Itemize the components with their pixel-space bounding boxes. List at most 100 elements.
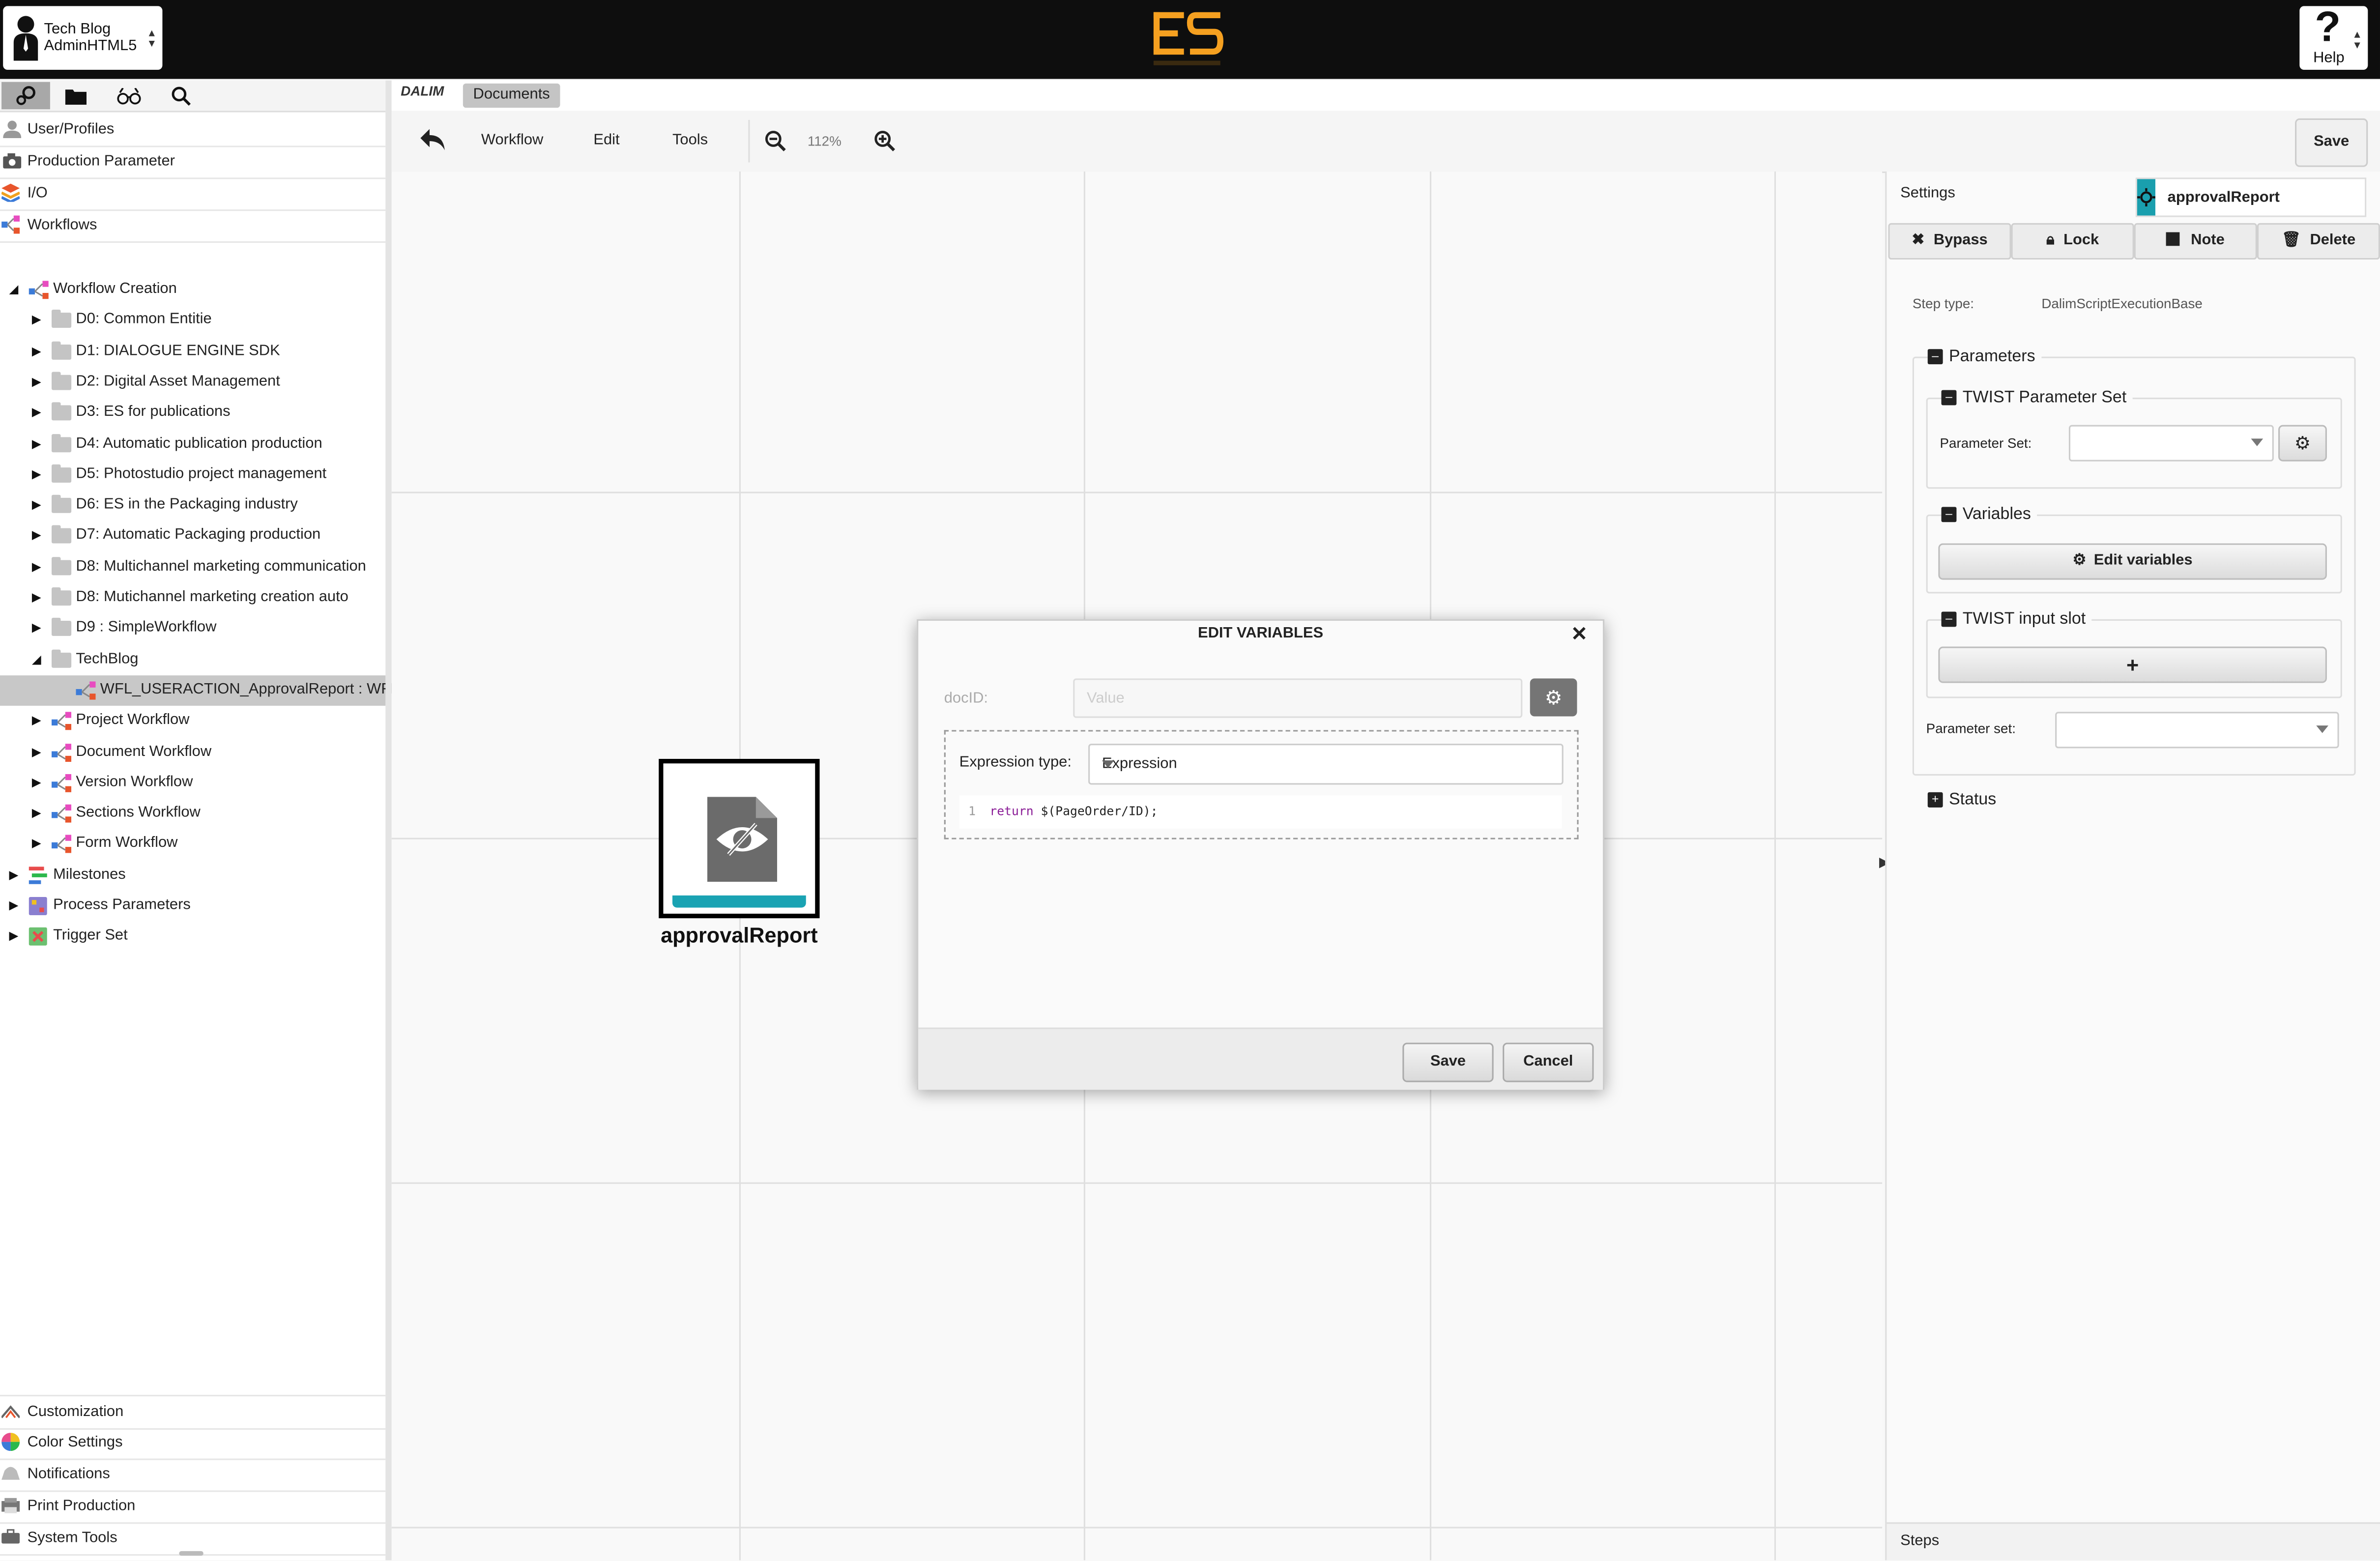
collapsed-arrow-icon[interactable]: ▶ [9,898,19,912]
collapsed-arrow-icon[interactable]: ▶ [32,498,41,512]
collapsed-arrow-icon[interactable]: ▶ [9,867,19,881]
tree-item[interactable]: ▶ Milestones [0,860,385,891]
tree-item[interactable]: ◢ TechBlog [0,644,385,675]
expanded-arrow-icon[interactable]: ◢ [32,652,41,666]
dialog-save-button[interactable]: Save [1402,1042,1494,1082]
tree-item[interactable]: ▶ D4: Automatic publication production [0,429,385,459]
parameter-set-select-2[interactable] [2055,712,2339,749]
bypass-button[interactable]: ✖ Bypass [1888,223,2011,260]
help-button[interactable]: ? Help ▴ ▾ [2299,3,2368,70]
tab-documents[interactable]: Documents [463,83,560,108]
tree-item[interactable]: ▶ Document Workflow [0,737,385,767]
tree-item[interactable]: ▶ Form Workflow [0,829,385,860]
workflow-step-node[interactable] [659,759,820,919]
expanded-arrow-icon[interactable]: ◢ [9,282,19,296]
zoom-in-icon[interactable] [874,131,896,152]
twist-input-slot-legend[interactable]: – TWIST input slot [1941,610,2092,629]
code-editor[interactable]: 1 return $(PageOrder/ID); [959,795,1562,829]
zoom-level: 112% [807,133,842,149]
tab-settings[interactable] [1,82,50,110]
tree-item[interactable]: ▶ Sections Workflow [0,799,385,829]
tree-item[interactable]: ▶ D3: ES for publications [0,398,385,429]
undo-icon[interactable] [419,127,446,151]
sidebar-scrollbar[interactable] [179,1551,203,1556]
tree-item[interactable]: ▶ D6: ES in the Packaging industry [0,491,385,521]
zoom-out-icon[interactable] [765,131,786,152]
folder-icon [51,494,72,514]
tree-item[interactable]: ▶ Project Workflow [0,706,385,736]
expression-type-select[interactable]: Expression [1088,744,1564,785]
tree-item[interactable]: ▶ D8: Multichannel marketing communicatio… [0,552,385,582]
tree-item[interactable]: ▶ D5: Photostudio project management [0,460,385,490]
doc-id-input[interactable]: Value [1073,678,1523,718]
sidebar-item-io[interactable]: I/O [0,177,386,211]
delete-button[interactable]: 🗑︎ Delete [2257,223,2380,260]
sidebar-item-workflows[interactable]: Workflows [0,209,386,243]
tree-item[interactable]: ▶ Trigger Set [0,922,385,952]
collapsed-arrow-icon[interactable]: ▶ [32,560,41,574]
sidebar-item-production-parameter[interactable]: Production Parameter [0,145,386,179]
collapsed-arrow-icon[interactable]: ▶ [32,621,41,635]
menu-edit[interactable]: Edit [593,132,619,149]
tree-item[interactable]: ▶ D2: Digital Asset Management [0,367,385,398]
edit-variables-button[interactable]: ⚙ Edit variables [1938,543,2327,580]
sidebar-item-customization[interactable]: Customization [0,1394,386,1430]
sidebar-item-notifications[interactable]: Notifications [0,1459,386,1492]
tree-item[interactable]: ▶ D0: Common Entitie [0,306,385,336]
close-icon[interactable]: ✕ [1571,622,1588,646]
add-input-slot-button[interactable]: + [1938,646,2327,683]
note-button[interactable]: Note [2134,223,2257,260]
lock-button[interactable]: 🔒︎ Lock [2011,223,2134,260]
tree-item[interactable]: ▶ Version Workflow [0,768,385,798]
collapsed-arrow-icon[interactable]: ▶ [9,929,19,943]
sidebar-item-color-settings[interactable]: Color Settings [0,1427,386,1460]
account-switcher[interactable]: Tech Blog AdminHTML5 ▴ ▾ [3,6,163,70]
collapsed-arrow-icon[interactable]: ▶ [32,344,41,358]
doc-id-gear-button[interactable]: ⚙ [1530,678,1577,717]
collapsed-arrow-icon[interactable]: ▶ [32,590,41,604]
save-button[interactable]: Save [2295,118,2368,167]
tree-item[interactable]: ▶ D1: DIALOGUE ENGINE SDK [0,336,385,367]
sidebar-item-print-production[interactable]: Print Production [0,1490,386,1524]
parameter-set-select[interactable] [2068,425,2274,462]
collapsed-arrow-icon[interactable]: ▶ [32,837,41,851]
tree-item[interactable]: ▶ D8: Mutichannel marketing creation auto [0,583,385,613]
parameters-legend[interactable]: – Parameters [1927,347,2041,366]
collapsed-arrow-icon[interactable]: ▶ [32,745,41,758]
collapsed-arrow-icon[interactable]: ▶ [32,436,41,450]
steps-footer[interactable]: Steps [1887,1522,2380,1561]
collapsed-arrow-icon[interactable]: ▶ [32,806,41,820]
close-icon: ✖ [1912,232,1925,249]
tree-item[interactable]: ◢ Workflow Creation [0,275,385,305]
tree-item[interactable]: ▶ D9 : SimpleWorkflow [0,613,385,644]
variables-legend[interactable]: – Variables [1941,505,2037,524]
bell-icon [1,1467,20,1480]
status-legend[interactable]: + Status [1927,790,2003,809]
sidebar-resize-handle[interactable] [385,80,392,1561]
menu-tools[interactable]: Tools [672,132,708,149]
tree-item[interactable]: ▶ Process Parameters [0,891,385,922]
folder-icon [51,649,72,667]
collapsed-arrow-icon[interactable]: ▶ [32,467,41,481]
collapsed-arrow-icon[interactable]: ▶ [32,313,41,327]
tab-search[interactable] [156,82,205,110]
sidebar-item-user-profiles[interactable]: User/Profiles [0,114,386,147]
account-user: AdminHTML5 [44,38,137,55]
collapsed-arrow-icon[interactable]: ▶ [32,529,41,543]
collapsed-arrow-icon[interactable]: ▶ [32,405,41,419]
tab-folders[interactable] [52,82,100,110]
menu-workflow[interactable]: Workflow [481,132,543,149]
dialog-cancel-button[interactable]: Cancel [1503,1042,1594,1082]
printer-icon [1,1498,20,1513]
tree-item[interactable]: WFL_USERACTION_ApprovalReport : WFL for [0,675,420,706]
tab-view[interactable] [105,82,153,110]
parameter-set-gear-button[interactable]: ⚙ [2278,425,2327,462]
collapsed-arrow-icon[interactable]: ▶ [32,375,41,388]
twist-parameter-set-legend[interactable]: – TWIST Parameter Set [1941,388,2133,407]
collapsed-arrow-icon[interactable]: ▶ [32,714,41,727]
tree-item[interactable]: ▶ D7: Automatic Packaging production [0,521,385,551]
step-name-badge[interactable]: approvalReport [2135,177,2367,217]
tree-item-label: Workflow Creation [53,281,177,298]
folder-icon [51,464,72,483]
collapsed-arrow-icon[interactable]: ▶ [32,775,41,789]
